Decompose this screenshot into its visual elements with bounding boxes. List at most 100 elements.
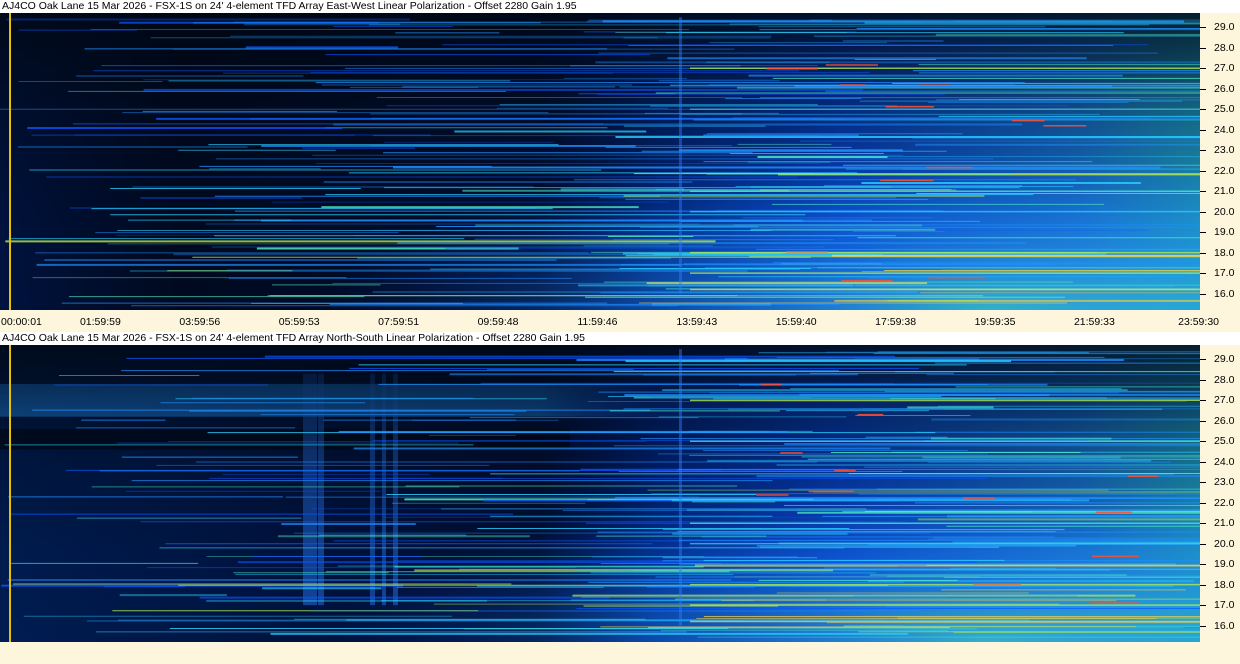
freq-tick: 16.0 [1200, 287, 1240, 300]
time-tick-label: 21:59:33 [1073, 316, 1115, 328]
freq-tick: 22.0 [1200, 164, 1240, 177]
freq-tick: 25.0 [1200, 104, 1240, 115]
time-tick-label: 19:59:35 [974, 316, 1016, 328]
freq-tick: 29.0 [1200, 22, 1240, 33]
freq-tick-mark [1200, 523, 1206, 525]
time-tick-label: 17:59:38 [875, 316, 917, 328]
freq-tick-label: 27.0 [1214, 62, 1235, 75]
spectrogram-north-south[interactable] [0, 345, 1200, 642]
freq-tick-label: 20.0 [1214, 537, 1235, 550]
freq-tick-mark [1200, 232, 1206, 234]
freq-tick: 20.0 [1200, 537, 1240, 550]
freq-tick: 24.0 [1200, 123, 1240, 136]
freq-tick-label: 21.0 [1214, 517, 1235, 530]
freq-tick-mark [1200, 170, 1206, 172]
freq-tick: 21.0 [1200, 518, 1240, 529]
freq-tick-mark [1200, 252, 1206, 254]
freq-tick-label: 25.0 [1214, 103, 1235, 116]
spectrogram-canvas [0, 13, 1200, 310]
time-tick-label: 15:59:40 [775, 316, 817, 328]
freq-tick: 22.0 [1200, 497, 1240, 509]
freq-tick-label: 24.0 [1214, 123, 1235, 136]
freq-tick-mark [1200, 482, 1206, 484]
time-tick-label: 13:59:43 [676, 316, 718, 328]
freq-tick-mark [1200, 441, 1206, 443]
freq-tick-mark [1200, 191, 1206, 193]
vertical-artifact [679, 349, 682, 626]
freq-tick: 21.0 [1200, 186, 1240, 197]
freq-tick-mark [1200, 420, 1206, 422]
spectrogram-canvas [0, 345, 1200, 642]
freq-tick: 28.0 [1200, 373, 1240, 386]
freq-tick-mark [1200, 150, 1206, 152]
freq-tick-label: 26.0 [1214, 414, 1235, 427]
freq-tick-mark [1200, 88, 1206, 90]
freq-tick-label: 18.0 [1214, 578, 1235, 591]
freq-tick-label: 17.0 [1214, 267, 1235, 280]
freq-tick-label: 19.0 [1214, 558, 1235, 571]
freq-tick-mark [1200, 129, 1206, 131]
freq-tick: 20.0 [1200, 205, 1240, 218]
freq-tick-mark [1200, 605, 1206, 607]
freq-tick: 18.0 [1200, 578, 1240, 591]
freq-tick-label: 23.0 [1214, 476, 1235, 489]
freq-tick-label: 27.0 [1214, 394, 1235, 407]
freq-tick-mark [1200, 27, 1206, 29]
frequency-axis-north-south: 29.0 28.0 27.0 26.0 25.0 24.0 23.0 22.0 21.0 20.0… [1200, 345, 1240, 642]
time-tick-label: 07:59:51 [378, 316, 420, 328]
freq-tick-label: 26.0 [1214, 82, 1235, 95]
panel-title-ns: AJ4CO Oak Lane 15 Mar 2026 - FSX-1S on 2… [0, 332, 1240, 345]
vertical-artifact [679, 17, 682, 294]
time-cursor-east-west[interactable] [9, 13, 11, 310]
freq-tick: 23.0 [1200, 145, 1240, 156]
freq-tick-label: 20.0 [1214, 205, 1235, 218]
freq-tick: 17.0 [1200, 600, 1240, 611]
freq-tick-mark [1200, 47, 1206, 49]
time-tick-label: 00:00:01 [1, 316, 42, 328]
freq-tick-mark [1200, 211, 1206, 213]
freq-tick: 17.0 [1200, 268, 1240, 279]
freq-tick-mark [1200, 543, 1206, 545]
freq-tick: 26.0 [1200, 414, 1240, 427]
time-tick-label: 03:59:56 [179, 316, 221, 328]
freq-tick-label: 28.0 [1214, 41, 1235, 54]
freq-tick-mark [1200, 68, 1206, 70]
freq-tick-mark [1200, 400, 1206, 402]
frequency-axis-east-west: 29.0 28.0 27.0 26.0 25.0 24.0 23.0 22.0 21.0 20.0… [1200, 13, 1240, 310]
time-cursor-north-south[interactable] [9, 345, 11, 642]
freq-tick-mark [1200, 564, 1206, 566]
freq-tick-label: 21.0 [1214, 185, 1235, 198]
freq-tick-label: 28.0 [1214, 373, 1235, 386]
time-tick-label: 09:59:48 [477, 316, 519, 328]
freq-tick-mark [1200, 109, 1206, 111]
freq-tick: 25.0 [1200, 436, 1240, 447]
freq-tick-mark [1200, 584, 1206, 586]
freq-tick-label: 29.0 [1214, 21, 1235, 34]
freq-tick-mark [1200, 293, 1206, 295]
time-tick-label: 11:59:46 [577, 316, 618, 328]
freq-tick-label: 16.0 [1214, 287, 1235, 300]
time-tick-label: 23:59:30 [1178, 316, 1219, 328]
time-axis-east-west: 00:00:01 01:59:59 03:59:56 05:59:53 07:59:51… [0, 310, 1240, 328]
freq-tick: 23.0 [1200, 477, 1240, 488]
freq-tick: 16.0 [1200, 619, 1240, 632]
freq-tick-label: 22.0 [1214, 164, 1235, 177]
freq-tick-mark [1200, 461, 1206, 463]
freq-tick-label: 23.0 [1214, 144, 1235, 157]
freq-tick: 28.0 [1200, 41, 1240, 54]
freq-tick-label: 24.0 [1214, 455, 1235, 468]
freq-tick-label: 16.0 [1214, 619, 1235, 632]
freq-tick-label: 29.0 [1214, 353, 1235, 366]
spectrogram-east-west[interactable] [0, 13, 1200, 310]
freq-tick-mark [1200, 359, 1206, 361]
time-tick-label: 01:59:59 [79, 316, 121, 328]
panel-title-ew: AJ4CO Oak Lane 15 Mar 2026 - FSX-1S on 2… [0, 0, 1240, 13]
freq-tick: 19.0 [1200, 227, 1240, 238]
freq-tick: 24.0 [1200, 455, 1240, 468]
freq-tick-mark [1200, 625, 1206, 627]
freq-tick: 29.0 [1200, 354, 1240, 365]
freq-tick-label: 19.0 [1214, 226, 1235, 239]
freq-tick: 18.0 [1200, 247, 1240, 259]
freq-tick-mark [1200, 502, 1206, 504]
freq-tick: 19.0 [1200, 559, 1240, 570]
